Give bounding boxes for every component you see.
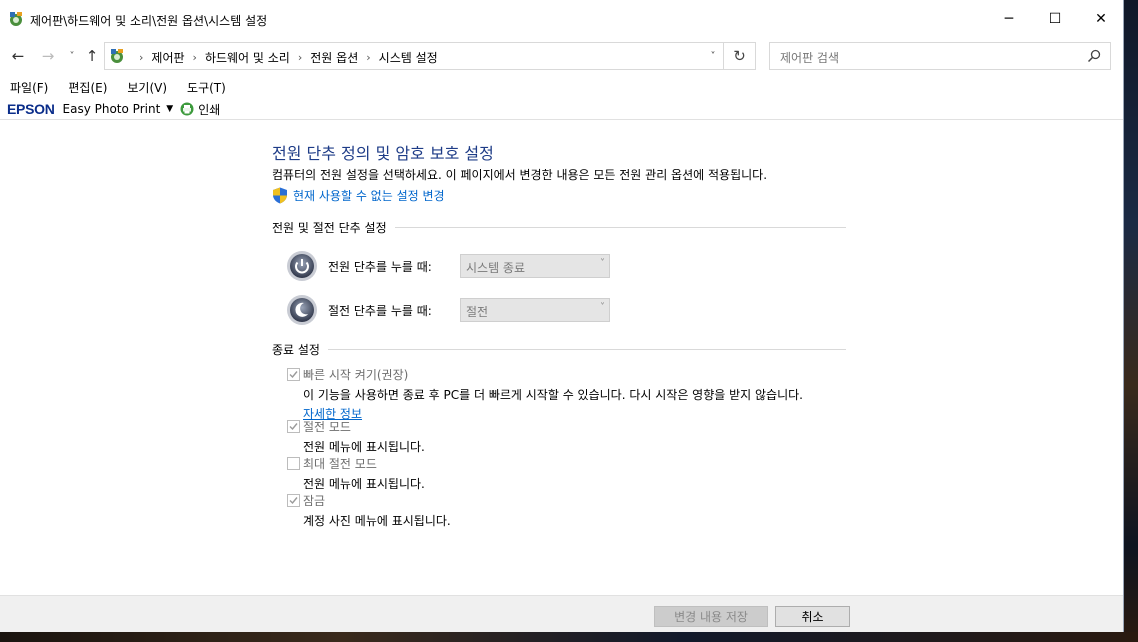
breadcrumb-item[interactable]: 전원 옵션	[310, 49, 358, 66]
epson-toolbar: EPSON Easy Photo Print ▼ 인쇄	[0, 99, 1123, 119]
page-description: 컴퓨터의 전원 설정을 선택하세요. 이 페이지에서 변경한 내용은 모든 전원…	[272, 168, 768, 182]
control-panel-window: 제어판\하드웨어 및 소리\전원 옵션\시스템 설정 ─ ☐ ✕ ← → ˅ ↑…	[0, 0, 1124, 632]
refresh-icon: ↻	[733, 47, 746, 65]
power-button-icon	[287, 251, 317, 281]
fast-startup-description: 이 기능을 사용하면 종료 후 PC를 더 빠르게 시작할 수 있습니다. 다시…	[303, 388, 803, 402]
chevron-down-icon: ˅	[600, 258, 605, 269]
control-panel-icon	[111, 49, 123, 63]
minimize-button[interactable]: ─	[986, 0, 1032, 38]
power-button-action-value: 시스템 종료	[466, 261, 526, 275]
sleep-button-action-select[interactable]: 절전 ˅	[460, 298, 610, 322]
change-settings-link-text[interactable]: 현재 사용할 수 없는 설정 변경	[293, 187, 445, 204]
control-panel-icon	[10, 12, 22, 26]
lock-checkbox[interactable]	[287, 494, 300, 507]
uac-shield-icon	[273, 187, 287, 204]
power-button-action-select[interactable]: 시스템 종료 ˅	[460, 254, 610, 278]
breadcrumb-item[interactable]: 시스템 설정	[379, 49, 438, 66]
menu-file[interactable]: 파일(F)	[0, 78, 58, 98]
printer-icon[interactable]	[180, 102, 194, 116]
sleep-button-label: 절전 단추를 누를 때:	[328, 303, 432, 318]
forward-button[interactable]: →	[38, 46, 58, 66]
search-input[interactable]: 제어판 검색	[769, 42, 1111, 70]
lock-description: 계정 사진 메뉴에 표시됩니다.	[303, 514, 451, 528]
search-icon	[1087, 49, 1101, 63]
page-title: 전원 단추 정의 및 암호 보호 설정	[272, 144, 494, 163]
sleep-option: 절전 모드 전원 메뉴에 표시됩니다.	[287, 418, 425, 455]
breadcrumb-separator: ›	[139, 51, 144, 64]
hibernate-description: 전원 메뉴에 표시됩니다.	[303, 477, 425, 491]
title-bar: 제어판\하드웨어 및 소리\전원 옵션\시스템 설정 ─ ☐ ✕	[0, 0, 1123, 38]
address-bar[interactable]: › 제어판 › 하드웨어 및 소리 › 전원 옵션 › 시스템 설정 ˅	[104, 42, 724, 70]
section-power-buttons: 전원 및 절전 단추 설정	[272, 219, 846, 236]
sleep-button-row: 절전 단추를 누를 때: 절전 ˅	[286, 294, 610, 326]
fast-startup-option: 빠른 시작 켜기(권장) 이 기능을 사용하면 종료 후 PC를 더 빠르게 시…	[287, 366, 803, 422]
menu-tools[interactable]: 도구(T)	[177, 78, 236, 98]
recent-locations-button[interactable]: ˅	[62, 46, 82, 66]
dropdown-arrow-icon[interactable]: ▼	[166, 104, 173, 114]
arrow-left-icon: ←	[11, 47, 25, 65]
minimize-icon: ─	[1004, 11, 1014, 27]
arrow-up-icon: ↑	[85, 47, 99, 65]
hibernate-checkbox[interactable]	[287, 457, 300, 470]
main-content: 전원 단추 정의 및 암호 보호 설정 컴퓨터의 전원 설정을 선택하세요. 이…	[0, 120, 1123, 595]
menu-edit[interactable]: 편집(E)	[58, 78, 117, 98]
close-icon: ✕	[1095, 11, 1107, 27]
arrow-right-icon: →	[41, 47, 55, 65]
window-title: 제어판\하드웨어 및 소리\전원 옵션\시스템 설정	[30, 14, 268, 28]
breadcrumb-item[interactable]: 제어판	[151, 49, 184, 66]
desktop-background-bottom	[0, 632, 1138, 642]
sleep-button-icon	[287, 295, 317, 325]
power-button-label: 전원 단추를 누를 때:	[328, 259, 432, 274]
address-dropdown-button[interactable]: ˅	[701, 43, 725, 69]
hibernate-option: 최대 절전 모드 전원 메뉴에 표시됩니다.	[287, 455, 425, 492]
lock-label: 잠금	[303, 494, 326, 508]
section-title: 종료 설정	[272, 343, 320, 357]
maximize-button[interactable]: ☐	[1032, 0, 1078, 38]
back-button[interactable]: ←	[8, 46, 28, 66]
section-divider	[327, 349, 846, 350]
lock-option: 잠금 계정 사진 메뉴에 표시됩니다.	[287, 492, 451, 529]
fast-startup-label: 빠른 시작 켜기(권장)	[303, 368, 409, 382]
desktop-background	[1124, 0, 1138, 642]
breadcrumb-item[interactable]: 하드웨어 및 소리	[205, 49, 290, 66]
section-shutdown-settings: 종료 설정	[272, 341, 846, 358]
navigation-bar: ← → ˅ ↑ › 제어판 › 하드웨어 및 소리 › 전원 옵션 › 시스템 …	[0, 38, 1123, 74]
up-button[interactable]: ↑	[82, 46, 102, 66]
breadcrumb-separator[interactable]: ›	[193, 51, 197, 64]
chevron-down-icon: ˅	[600, 302, 605, 313]
section-divider	[394, 227, 846, 228]
print-button[interactable]: 인쇄	[198, 101, 220, 118]
cancel-button[interactable]: 취소	[775, 606, 850, 627]
maximize-icon: ☐	[1048, 11, 1062, 27]
section-title: 전원 및 절전 단추 설정	[272, 221, 387, 235]
sleep-description: 전원 메뉴에 표시됩니다.	[303, 440, 425, 454]
change-settings-link[interactable]: 현재 사용할 수 없는 설정 변경	[272, 187, 445, 204]
sleep-checkbox[interactable]	[287, 420, 300, 433]
menu-bar: 파일(F) 편집(E) 보기(V) 도구(T)	[0, 78, 236, 98]
refresh-button[interactable]: ↻	[724, 42, 756, 70]
hibernate-label: 최대 절전 모드	[303, 457, 377, 471]
sleep-label: 절전 모드	[303, 420, 351, 434]
fast-startup-checkbox[interactable]	[287, 368, 300, 381]
search-placeholder: 제어판 검색	[780, 51, 840, 65]
power-button-row: 전원 단추를 누를 때: 시스템 종료 ˅	[286, 250, 610, 282]
epson-logo: EPSON	[7, 101, 55, 117]
breadcrumb-separator[interactable]: ›	[366, 51, 370, 64]
chevron-down-icon: ˅	[710, 50, 716, 62]
footer-bar: 변경 내용 저장 취소	[0, 596, 1123, 632]
breadcrumb: › 제어판 › 하드웨어 및 소리 › 전원 옵션 › 시스템 설정	[131, 49, 438, 66]
menu-view[interactable]: 보기(V)	[117, 78, 177, 98]
save-changes-button[interactable]: 변경 내용 저장	[654, 606, 768, 627]
close-button[interactable]: ✕	[1078, 0, 1124, 38]
breadcrumb-separator[interactable]: ›	[298, 51, 302, 64]
sleep-button-action-value: 절전	[466, 305, 489, 319]
chevron-down-icon: ˅	[69, 50, 75, 62]
easy-photo-print-button[interactable]: Easy Photo Print	[63, 102, 161, 116]
